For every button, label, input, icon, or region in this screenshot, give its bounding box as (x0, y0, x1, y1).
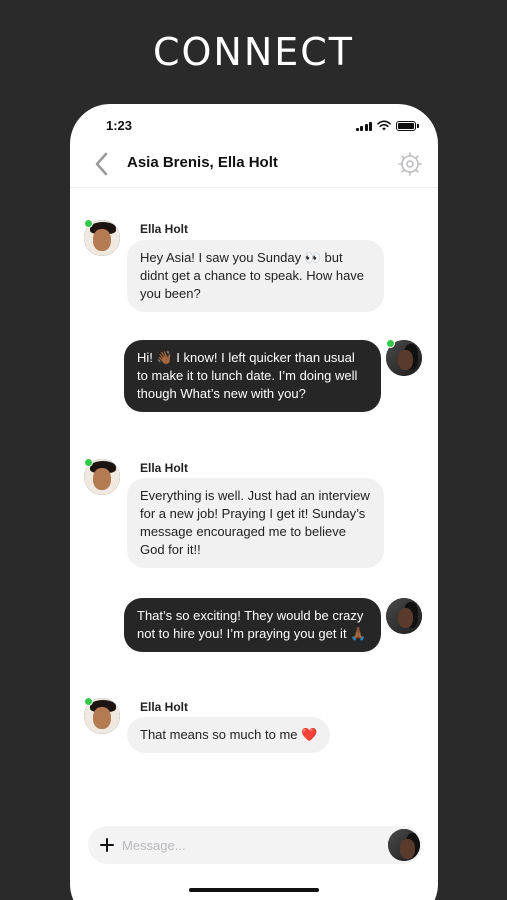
status-bar: 1:23 (70, 116, 438, 136)
message-composer (88, 826, 422, 864)
status-time: 1:23 (106, 118, 133, 133)
message-bubble-incoming[interactable]: Hey Asia! I saw you Sunday 👀 but didnt g… (127, 240, 384, 312)
plus-icon (100, 838, 114, 852)
sender-name: Ella Holt (140, 700, 189, 714)
signal-icon (355, 121, 372, 131)
message-list[interactable]: Ella Holt Hey Asia! I saw you Sunday 👀 b… (70, 188, 438, 828)
wifi-icon (377, 120, 391, 131)
status-icons (355, 120, 419, 131)
avatar[interactable] (386, 598, 422, 634)
avatar[interactable] (388, 829, 420, 861)
promo-title: CONNECT (152, 30, 355, 74)
settings-button[interactable] (396, 150, 424, 178)
online-status-dot (84, 458, 93, 467)
home-indicator[interactable] (189, 888, 319, 892)
message-bubble-incoming[interactable]: That means so much to me ❤️ (127, 717, 331, 753)
message-bubble-incoming[interactable]: Everything is well. Just had an intervie… (127, 478, 384, 568)
chat-title[interactable]: Asia Brenis, Ella Holt (127, 154, 278, 171)
message-bubble-outgoing[interactable]: That’s so exciting! They would be crazy … (124, 598, 381, 652)
add-attachment-button[interactable] (100, 835, 116, 855)
gear-icon (398, 152, 422, 176)
chevron-left-icon (95, 152, 108, 176)
online-status-dot (84, 697, 93, 706)
sender-name: Ella Holt (140, 461, 189, 475)
battery-icon (396, 120, 419, 131)
message-bubble-outgoing[interactable]: Hi! 👋🏾 I know! I left quicker than usual… (124, 340, 381, 412)
message-input[interactable] (122, 831, 382, 859)
chat-header: Asia Brenis, Ella Holt (70, 142, 438, 188)
sender-name: Ella Holt (140, 222, 189, 236)
online-status-dot (386, 339, 395, 348)
back-button[interactable] (92, 150, 112, 178)
phone-frame: 1:23 Asia Brenis, Ella Holt Ella Holt He… (70, 104, 438, 900)
online-status-dot (84, 219, 93, 228)
